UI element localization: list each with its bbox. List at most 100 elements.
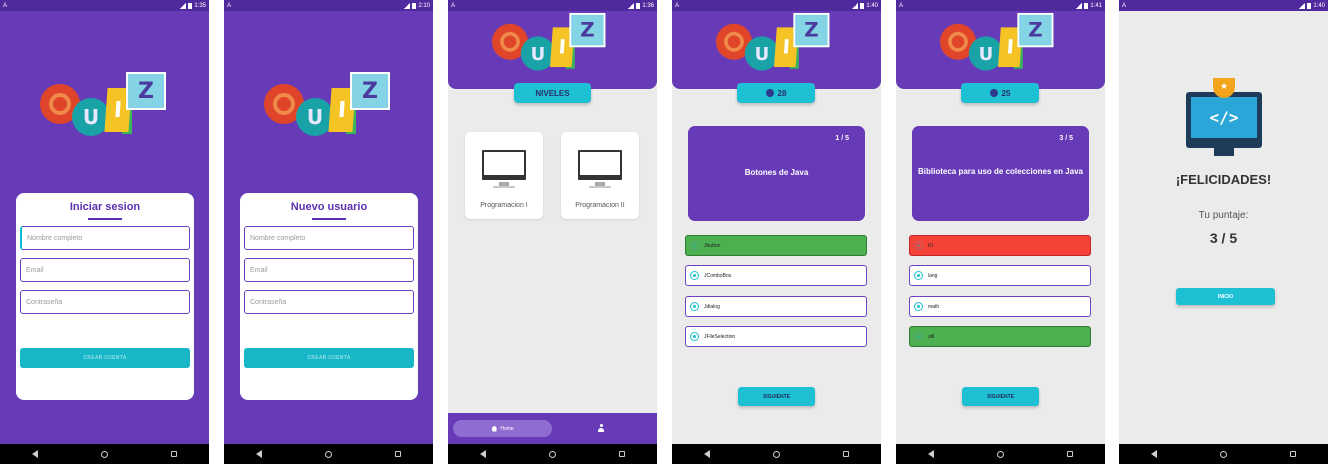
- password-field[interactable]: Contraseña: [244, 290, 414, 314]
- person-icon[interactable]: [598, 424, 604, 432]
- home-icon[interactable]: [1218, 449, 1228, 459]
- radio-icon: [690, 332, 699, 341]
- home-button[interactable]: INICIO: [1176, 288, 1275, 305]
- answer-option[interactable]: Jbutton: [685, 235, 867, 256]
- clock: 1:41: [1090, 2, 1102, 9]
- logo-z-bubble: Z: [793, 13, 830, 48]
- logo-z-bubble: Z: [1017, 13, 1054, 48]
- trophy-screen: </>: [1186, 92, 1262, 148]
- radio-icon: [690, 241, 699, 250]
- levels-title: NIVELES: [514, 83, 591, 103]
- title-underline: [312, 218, 346, 220]
- notification-icon: A: [1122, 2, 1127, 9]
- back-icon[interactable]: [254, 449, 264, 459]
- clock: 2:10: [418, 2, 430, 9]
- score-label: Tu puntaje:: [1198, 210, 1249, 221]
- option-label: JFileSelection: [704, 333, 736, 340]
- system-nav-bar: [896, 444, 1105, 464]
- answer-option[interactable]: JComboBox: [685, 265, 867, 286]
- level-label: Programacion II: [575, 202, 625, 209]
- back-icon[interactable]: [702, 449, 712, 459]
- password-field[interactable]: Contraseña: [20, 290, 190, 314]
- monitor-base: [589, 186, 611, 188]
- monitor-base: [493, 186, 515, 188]
- screen-result: A 1:40 </> ★ ¡FELICIDADES! Tu puntaje: 3…: [1119, 0, 1328, 464]
- option-label: JComboBox: [704, 272, 732, 279]
- timer-value: 28: [777, 88, 787, 98]
- email-field[interactable]: Email: [20, 258, 190, 282]
- level-label: Programacion I: [480, 202, 528, 209]
- notification-icon: A: [899, 2, 904, 9]
- answer-option[interactable]: JFileSelection: [685, 326, 867, 347]
- option-label: math: [928, 303, 940, 310]
- screen-login: A 1:35 U I Z Iniciar sesion Nombre compl…: [0, 0, 209, 464]
- quiz-logo: U I Z: [492, 13, 609, 81]
- house-icon: [491, 425, 498, 432]
- screen-question-1: A 1:40 U I Z 28 1 / 5 Botones de Java Jb…: [672, 0, 881, 464]
- battery-icon: [1307, 2, 1312, 9]
- status-bar: A 1:40: [1119, 0, 1328, 11]
- logo-z-bubble: Z: [350, 72, 390, 110]
- answer-option[interactable]: lang: [909, 265, 1091, 286]
- clock: 1:40: [1313, 2, 1325, 9]
- status-bar: A 1:40: [672, 0, 881, 11]
- answer-option[interactable]: util: [909, 326, 1091, 347]
- answer-option[interactable]: IO: [909, 235, 1091, 256]
- answer-option[interactable]: Jdialog: [685, 296, 867, 317]
- timer-icon: [989, 89, 998, 97]
- back-icon[interactable]: [478, 449, 488, 459]
- quiz-logo: U I Z: [40, 72, 170, 147]
- signal-icon: [852, 2, 859, 9]
- recents-icon[interactable]: [617, 449, 627, 459]
- back-icon[interactable]: [30, 449, 40, 459]
- score-value: 3 / 5: [1209, 230, 1238, 246]
- nav-home-tab[interactable]: Home: [453, 420, 552, 437]
- recents-icon[interactable]: [393, 449, 403, 459]
- clock: 1:35: [194, 2, 206, 9]
- trophy-icon: </> ★: [1186, 78, 1262, 156]
- home-icon[interactable]: [99, 449, 109, 459]
- home-icon[interactable]: [771, 449, 781, 459]
- radio-icon: [690, 271, 699, 280]
- back-icon[interactable]: [1149, 449, 1159, 459]
- signal-icon: [628, 2, 635, 9]
- level-card[interactable]: Programacion I: [465, 132, 543, 219]
- congrats-title: ¡FELICIDADES!: [1175, 172, 1272, 187]
- system-nav-bar: [448, 444, 657, 464]
- home-icon[interactable]: [547, 449, 557, 459]
- recents-icon[interactable]: [841, 449, 851, 459]
- next-button[interactable]: SIGUIENTE: [962, 387, 1039, 406]
- notification-icon: A: [451, 2, 456, 9]
- monitor-icon: [578, 150, 622, 180]
- bottom-nav: Home: [448, 413, 657, 444]
- timer: 25: [961, 83, 1039, 103]
- question-counter: 1 / 5: [835, 135, 849, 142]
- name-field[interactable]: Nombre completo: [244, 226, 414, 250]
- login-card: Iniciar sesion Nombre completo Email Con…: [16, 193, 194, 400]
- header: U I Z: [896, 11, 1105, 89]
- system-nav-bar: [672, 444, 881, 464]
- home-icon[interactable]: [323, 449, 333, 459]
- question-counter: 3 / 5: [1059, 135, 1073, 142]
- recents-icon[interactable]: [1288, 449, 1298, 459]
- system-nav-bar: [224, 444, 433, 464]
- notification-icon: A: [227, 2, 232, 9]
- header: U I Z: [448, 11, 657, 89]
- next-button[interactable]: SIGUIENTE: [738, 387, 815, 406]
- email-field[interactable]: Email: [244, 258, 414, 282]
- recents-icon[interactable]: [169, 449, 179, 459]
- create-account-button[interactable]: CREAR CUENTA: [20, 348, 190, 368]
- home-icon[interactable]: [995, 449, 1005, 459]
- name-field[interactable]: Nombre completo: [20, 226, 190, 250]
- form-title: Nuevo usuario: [290, 201, 368, 213]
- option-label: lang: [928, 272, 938, 279]
- recents-icon[interactable]: [1065, 449, 1075, 459]
- level-card[interactable]: Programacion II: [561, 132, 639, 219]
- create-account-button[interactable]: CREAR CUENTA: [244, 348, 414, 368]
- star-icon: ★: [1220, 81, 1229, 91]
- code-icon: </>: [1191, 97, 1257, 138]
- back-icon[interactable]: [926, 449, 936, 459]
- option-label: IO: [928, 242, 934, 249]
- question-text: Botones de Java: [744, 168, 809, 177]
- answer-option[interactable]: math: [909, 296, 1091, 317]
